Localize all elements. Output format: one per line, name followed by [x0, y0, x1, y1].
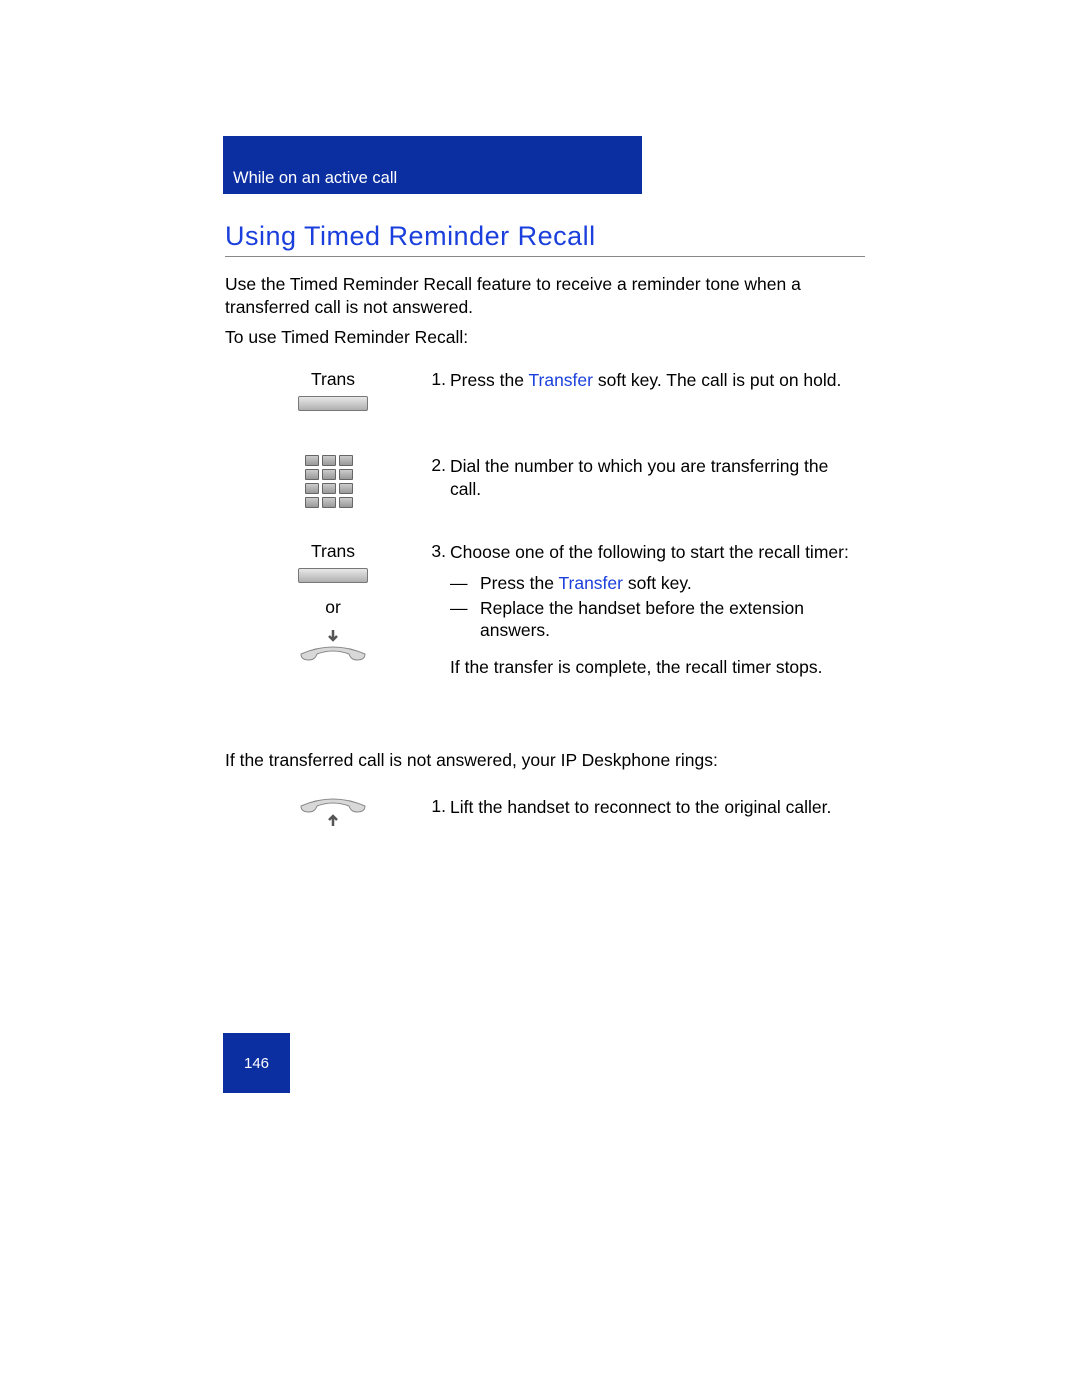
instruction-lead: To use Timed Reminder Recall:	[225, 326, 870, 349]
handset-up-icon	[273, 794, 393, 835]
step-number: 3.	[420, 541, 446, 562]
step-1-text: Press the Transfer soft key. The call is…	[450, 369, 860, 392]
softkey-label: Trans	[311, 541, 355, 561]
softkey-trans-icon-2: Trans or	[273, 541, 393, 667]
softkey-button-graphic	[298, 568, 368, 583]
softkey-trans-icon: Trans	[273, 369, 393, 411]
softkey-label: Trans	[311, 369, 355, 389]
keypad-icon	[273, 455, 393, 508]
transfer-link: Transfer	[558, 573, 623, 593]
handset-down-icon	[273, 626, 393, 667]
step-number: 1.	[420, 796, 446, 817]
page-number: 146	[244, 1055, 269, 1072]
step-2-text: Dial the number to which you are transfe…	[450, 455, 860, 501]
mid-paragraph: If the transferred call is not answered,…	[225, 749, 870, 772]
chapter-header: While on an active call	[223, 136, 642, 194]
step-3-tail: If the transfer is complete, the recall …	[450, 656, 860, 679]
softkey-button-graphic	[298, 396, 368, 411]
step-3-text: Choose one of the following to start the…	[450, 541, 860, 679]
or-label: or	[273, 597, 393, 618]
step-number: 1.	[420, 369, 446, 390]
step-3-bullet-1: Press the Transfer soft key.	[450, 572, 860, 595]
step-3-bullet-2: Replace the handset before the extension…	[450, 597, 860, 643]
page-number-box: 146	[223, 1033, 290, 1093]
step-number: 2.	[420, 455, 446, 476]
section-title: Using Timed Reminder Recall	[225, 221, 865, 257]
intro-paragraph: Use the Timed Reminder Recall feature to…	[225, 273, 870, 319]
keypad-graphic	[305, 455, 361, 508]
transfer-link: Transfer	[528, 370, 593, 390]
chapter-header-text: While on an active call	[233, 169, 397, 188]
step2-1-text: Lift the handset to reconnect to the ori…	[450, 796, 860, 819]
